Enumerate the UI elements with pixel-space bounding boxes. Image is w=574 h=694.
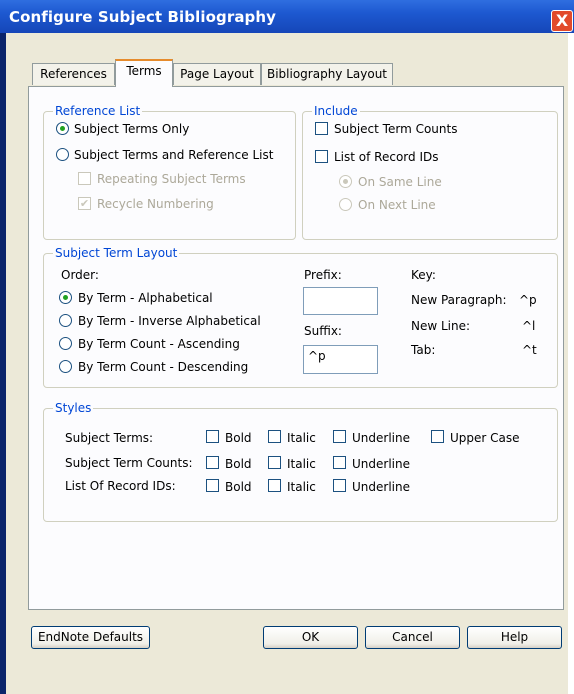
tab-page-layout[interactable]: Page Layout <box>173 63 261 85</box>
reference-list-legend: Reference List <box>53 104 143 118</box>
window-edge <box>568 33 574 694</box>
subject-term-counts-label: Subject Term Counts <box>334 122 458 136</box>
key-new-line-code: ^l <box>522 319 536 333</box>
key-label: Key: <box>411 268 436 282</box>
subject-terms-style-label: Subject Terms: <box>65 431 154 445</box>
list-of-record-ids-label: List of Record IDs <box>334 150 439 164</box>
subject-terms-and-reference-list-radio[interactable] <box>56 148 69 161</box>
record-ids-italic-label: Italic <box>287 480 316 494</box>
record-ids-bold-checkbox[interactable] <box>206 479 219 492</box>
record-ids-bold-label: Bold <box>225 480 252 494</box>
styles-legend: Styles <box>53 401 94 415</box>
list-of-record-ids-checkbox[interactable] <box>315 150 328 163</box>
subject-terms-italic-label: Italic <box>287 431 316 445</box>
subject-term-counts-underline-checkbox[interactable] <box>333 456 346 469</box>
help-button[interactable]: Help <box>467 626 562 649</box>
order-label: Order: <box>61 268 99 282</box>
order-by-term-alphabetical-label: By Term - Alphabetical <box>78 291 213 305</box>
prefix-input[interactable] <box>303 287 378 315</box>
key-new-paragraph-label: New Paragraph: <box>411 293 507 307</box>
repeating-subject-terms-checkbox[interactable] <box>78 172 91 185</box>
window-title: Configure Subject Bibliography <box>9 8 277 26</box>
subject-terms-only-label: Subject Terms Only <box>74 122 190 136</box>
tab-references[interactable]: References <box>32 63 115 85</box>
order-by-term-inverse-alphabetical-radio[interactable] <box>59 314 72 327</box>
subject-terms-upper-case-checkbox[interactable] <box>431 430 444 443</box>
record-ids-italic-checkbox[interactable] <box>268 479 281 492</box>
record-ids-underline-checkbox[interactable] <box>333 479 346 492</box>
subject-terms-italic-checkbox[interactable] <box>268 430 281 443</box>
key-new-paragraph-code: ^p <box>519 293 537 307</box>
subject-term-counts-italic-label: Italic <box>287 457 316 471</box>
on-next-line-label: On Next Line <box>358 198 436 212</box>
record-ids-underline-label: Underline <box>352 480 410 494</box>
list-of-record-ids-style-label: List Of Record IDs: <box>65 479 176 493</box>
subject-term-counts-bold-label: Bold <box>225 457 252 471</box>
close-button[interactable]: X <box>551 10 573 32</box>
subject-terms-underline-label: Underline <box>352 431 410 445</box>
subject-terms-and-reference-list-label: Subject Terms and Reference List <box>74 148 274 162</box>
subject-term-counts-checkbox[interactable] <box>315 122 328 135</box>
subject-term-counts-style-label: Subject Term Counts: <box>65 456 193 470</box>
subject-terms-bold-label: Bold <box>225 431 252 445</box>
on-same-line-radio[interactable] <box>339 175 352 188</box>
subject-term-counts-italic-checkbox[interactable] <box>268 456 281 469</box>
order-by-term-alphabetical-radio[interactable] <box>59 291 72 304</box>
cancel-button[interactable]: Cancel <box>365 626 460 649</box>
recycle-numbering-label: Recycle Numbering <box>97 197 214 211</box>
order-by-term-inverse-alphabetical-label: By Term - Inverse Alphabetical <box>78 314 261 328</box>
ok-button[interactable]: OK <box>263 626 358 649</box>
subject-terms-upper-case-label: Upper Case <box>450 431 520 445</box>
subject-terms-underline-checkbox[interactable] <box>333 430 346 443</box>
order-by-term-count-ascending-label: By Term Count - Ascending <box>78 337 240 351</box>
on-same-line-label: On Same Line <box>358 175 442 189</box>
subject-term-counts-bold-checkbox[interactable] <box>206 456 219 469</box>
key-tab-label: Tab: <box>411 343 436 357</box>
tab-terms[interactable]: Terms <box>115 59 173 87</box>
order-by-term-count-descending-label: By Term Count - Descending <box>78 360 249 374</box>
prefix-label: Prefix: <box>304 268 342 282</box>
tab-bibliography-layout[interactable]: Bibliography Layout <box>261 63 393 85</box>
subject-terms-bold-checkbox[interactable] <box>206 430 219 443</box>
order-by-term-count-descending-radio[interactable] <box>59 360 72 373</box>
subject-term-layout-legend: Subject Term Layout <box>53 246 180 260</box>
suffix-label: Suffix: <box>304 324 342 338</box>
subject-terms-only-radio[interactable] <box>56 122 69 135</box>
key-tab-code: ^t <box>522 343 537 357</box>
order-by-term-count-ascending-radio[interactable] <box>59 337 72 350</box>
title-bar[interactable]: Configure Subject Bibliography X <box>0 0 574 33</box>
key-new-line-label: New Line: <box>411 319 471 333</box>
suffix-input[interactable]: ^p <box>303 345 378 374</box>
on-next-line-radio[interactable] <box>339 198 352 211</box>
repeating-subject-terms-label: Repeating Subject Terms <box>97 172 246 186</box>
include-legend: Include <box>312 104 360 118</box>
subject-term-counts-underline-label: Underline <box>352 457 410 471</box>
endnote-defaults-button[interactable]: EndNote Defaults <box>31 626 150 649</box>
recycle-numbering-checkbox[interactable]: ✔ <box>78 197 91 210</box>
